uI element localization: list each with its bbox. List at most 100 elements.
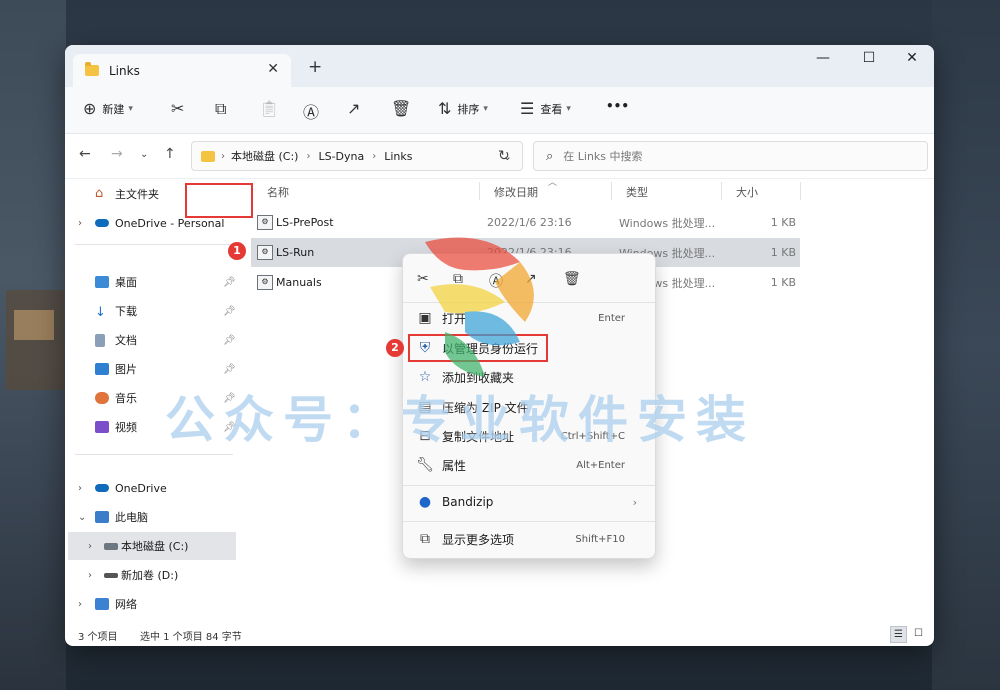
chevron-right-icon[interactable]: ›	[78, 218, 82, 229]
menu-item-label: Bandizip	[442, 495, 494, 509]
minimize-button[interactable]: —	[808, 50, 838, 66]
sidebar-item-label: 文档	[115, 334, 137, 347]
title-bar: Links ✕ + — ☐ ✕	[65, 45, 934, 87]
sidebar-item-documents[interactable]: 文档 📌︎	[65, 326, 237, 354]
copy-icon[interactable]: ⧉	[215, 99, 226, 119]
refresh-icon[interactable]: ↻	[498, 148, 510, 164]
back-arrow-icon[interactable]: ←	[79, 146, 91, 162]
menu-item-show-more-options[interactable]: ⧉ 显示更多选项 Shift+F10	[407, 524, 651, 554]
file-type: Windows 批处理...	[619, 216, 716, 230]
pin-icon[interactable]: 📌︎	[223, 364, 236, 375]
sidebar-item-label: OneDrive - Personal	[115, 216, 225, 230]
column-separator[interactable]	[479, 182, 480, 200]
search-icon: ⌕	[546, 148, 554, 164]
share-icon[interactable]: ↗	[347, 99, 360, 118]
close-window-button[interactable]: ✕	[897, 50, 927, 66]
drive-icon	[104, 542, 118, 550]
sidebar-item-label: 桌面	[115, 276, 137, 289]
sidebar-item-this-pc[interactable]: ⌄ 此电脑	[65, 503, 237, 531]
view-button[interactable]: ☰ 查看 ▾	[520, 99, 571, 118]
pin-icon[interactable]: 📌︎	[223, 306, 236, 317]
tab-links[interactable]: Links ✕	[73, 54, 291, 87]
maximize-button[interactable]: ☐	[854, 50, 884, 66]
selection-info: 选中 1 个项目 84 字节	[140, 632, 242, 643]
column-separator[interactable]	[611, 182, 612, 200]
file-name: Manuals	[276, 276, 322, 289]
address-field[interactable]: › 本地磁盘 (C:) › LS-Dyna › Links ⌄	[191, 141, 523, 171]
chevron-right-icon[interactable]: ›	[88, 570, 92, 581]
home-icon: ⌂	[95, 186, 104, 201]
new-label: 新建	[102, 102, 125, 116]
document-icon	[95, 333, 105, 347]
menu-item-shortcut: Enter	[598, 312, 625, 324]
plus-circle-icon: ⊕	[83, 99, 97, 118]
delete-icon[interactable]: 🗑︎	[563, 271, 581, 287]
sidebar-item-new-volume-d[interactable]: › 新加卷 (D:)	[65, 561, 237, 589]
forward-arrow-icon[interactable]: →	[111, 146, 123, 162]
search-field[interactable]: ⌕ 在 Links 中搜索	[533, 141, 928, 171]
logo-red-petal	[425, 237, 520, 271]
sidebar-item-desktop[interactable]: 桌面 📌︎	[65, 268, 237, 296]
breadcrumb-local-disk[interactable]: 本地磁盘 (C:)	[231, 148, 298, 164]
view-label: 查看	[540, 102, 563, 116]
chevron-right-icon[interactable]: ›	[78, 483, 82, 494]
breadcrumb-separator: ›	[372, 150, 377, 162]
sidebar-item-local-disk-c[interactable]: › 本地磁盘 (C:)	[68, 532, 236, 560]
breadcrumb-separator: ›	[306, 150, 311, 162]
highlight-ls-run	[185, 183, 253, 218]
menu-item-shortcut: Alt+Enter	[576, 459, 625, 471]
background-building	[6, 290, 64, 390]
tab-close-icon[interactable]: ✕	[267, 61, 279, 77]
breadcrumb-ls-dyna[interactable]: LS-Dyna	[318, 150, 364, 163]
column-header-modified[interactable]: 修改日期	[494, 184, 538, 200]
column-separator[interactable]	[721, 182, 722, 200]
command-bar: ⊕ 新建 ▾ ✂ ⧉ 📋︎ Ⓐ ↗ 🗑︎ ⇅ 排序 ▾ ☰ 查看 ▾ •••	[65, 87, 934, 134]
sort-button[interactable]: ⇅ 排序 ▾	[438, 99, 488, 118]
chevron-down-icon: ▾	[128, 103, 133, 114]
menu-item-shortcut: Shift+F10	[575, 533, 625, 545]
delete-icon[interactable]: 🗑︎	[391, 99, 411, 118]
sidebar-item-label: 图片	[115, 363, 137, 376]
cut-icon[interactable]: ✂	[171, 99, 184, 118]
step-badge-1: 1	[228, 242, 246, 260]
desktop-background-right	[932, 0, 1000, 690]
logo-yellow-petal	[430, 284, 505, 314]
column-header-type[interactable]: 类型	[626, 184, 648, 200]
sidebar-item-onedrive[interactable]: › OneDrive	[65, 474, 237, 502]
tiles-view-icon[interactable]: ☐	[911, 626, 926, 641]
pin-icon[interactable]: 📌︎	[223, 335, 236, 346]
up-arrow-icon[interactable]: ↑	[164, 146, 176, 162]
download-icon: ↓	[95, 305, 106, 320]
sort-label: 排序	[457, 102, 480, 116]
batch-file-icon: ⚙	[257, 215, 273, 230]
bandizip-icon: ●	[418, 494, 432, 510]
breadcrumb-links[interactable]: Links	[384, 150, 412, 163]
address-bar-row: ← → ⌄ ↑ › 本地磁盘 (C:) › LS-Dyna › Links ⌄ …	[65, 134, 934, 179]
chevron-down-icon[interactable]: ⌄	[78, 512, 86, 523]
chevron-right-icon[interactable]: ›	[88, 541, 92, 552]
cloud-icon	[95, 219, 109, 227]
pin-icon[interactable]: 📌︎	[223, 277, 236, 288]
menu-item-bandizip[interactable]: ● Bandizip ›	[407, 487, 651, 517]
new-button[interactable]: ⊕ 新建 ▾	[83, 99, 133, 118]
sidebar-item-pictures[interactable]: 图片 📌︎	[65, 355, 237, 383]
sidebar-item-label: 音乐	[115, 392, 137, 405]
sidebar-item-downloads[interactable]: ↓ 下载 📌︎	[65, 297, 237, 325]
watermark-text: 公众号：专业软件安装	[165, 391, 755, 449]
column-separator[interactable]	[800, 182, 801, 200]
logo-orange-petal	[495, 262, 534, 322]
sidebar-item-network[interactable]: › 网络	[65, 590, 237, 618]
sidebar-item-label: 网络	[115, 598, 137, 611]
details-view-icon[interactable]: ☰	[890, 626, 907, 643]
view-icon: ☰	[520, 99, 535, 118]
chevron-right-icon[interactable]: ›	[78, 599, 82, 610]
more-options-button[interactable]: •••	[606, 99, 629, 113]
new-tab-button[interactable]: +	[308, 57, 322, 77]
recent-locations-icon[interactable]: ⌄	[140, 149, 148, 160]
network-icon	[95, 598, 109, 610]
paste-icon[interactable]: 📋︎	[259, 99, 279, 118]
rename-icon[interactable]: Ⓐ	[303, 99, 319, 123]
column-header-size[interactable]: 大小	[736, 184, 758, 200]
column-header-name[interactable]: 名称	[267, 184, 289, 200]
step-badge-2: 2	[386, 339, 404, 357]
